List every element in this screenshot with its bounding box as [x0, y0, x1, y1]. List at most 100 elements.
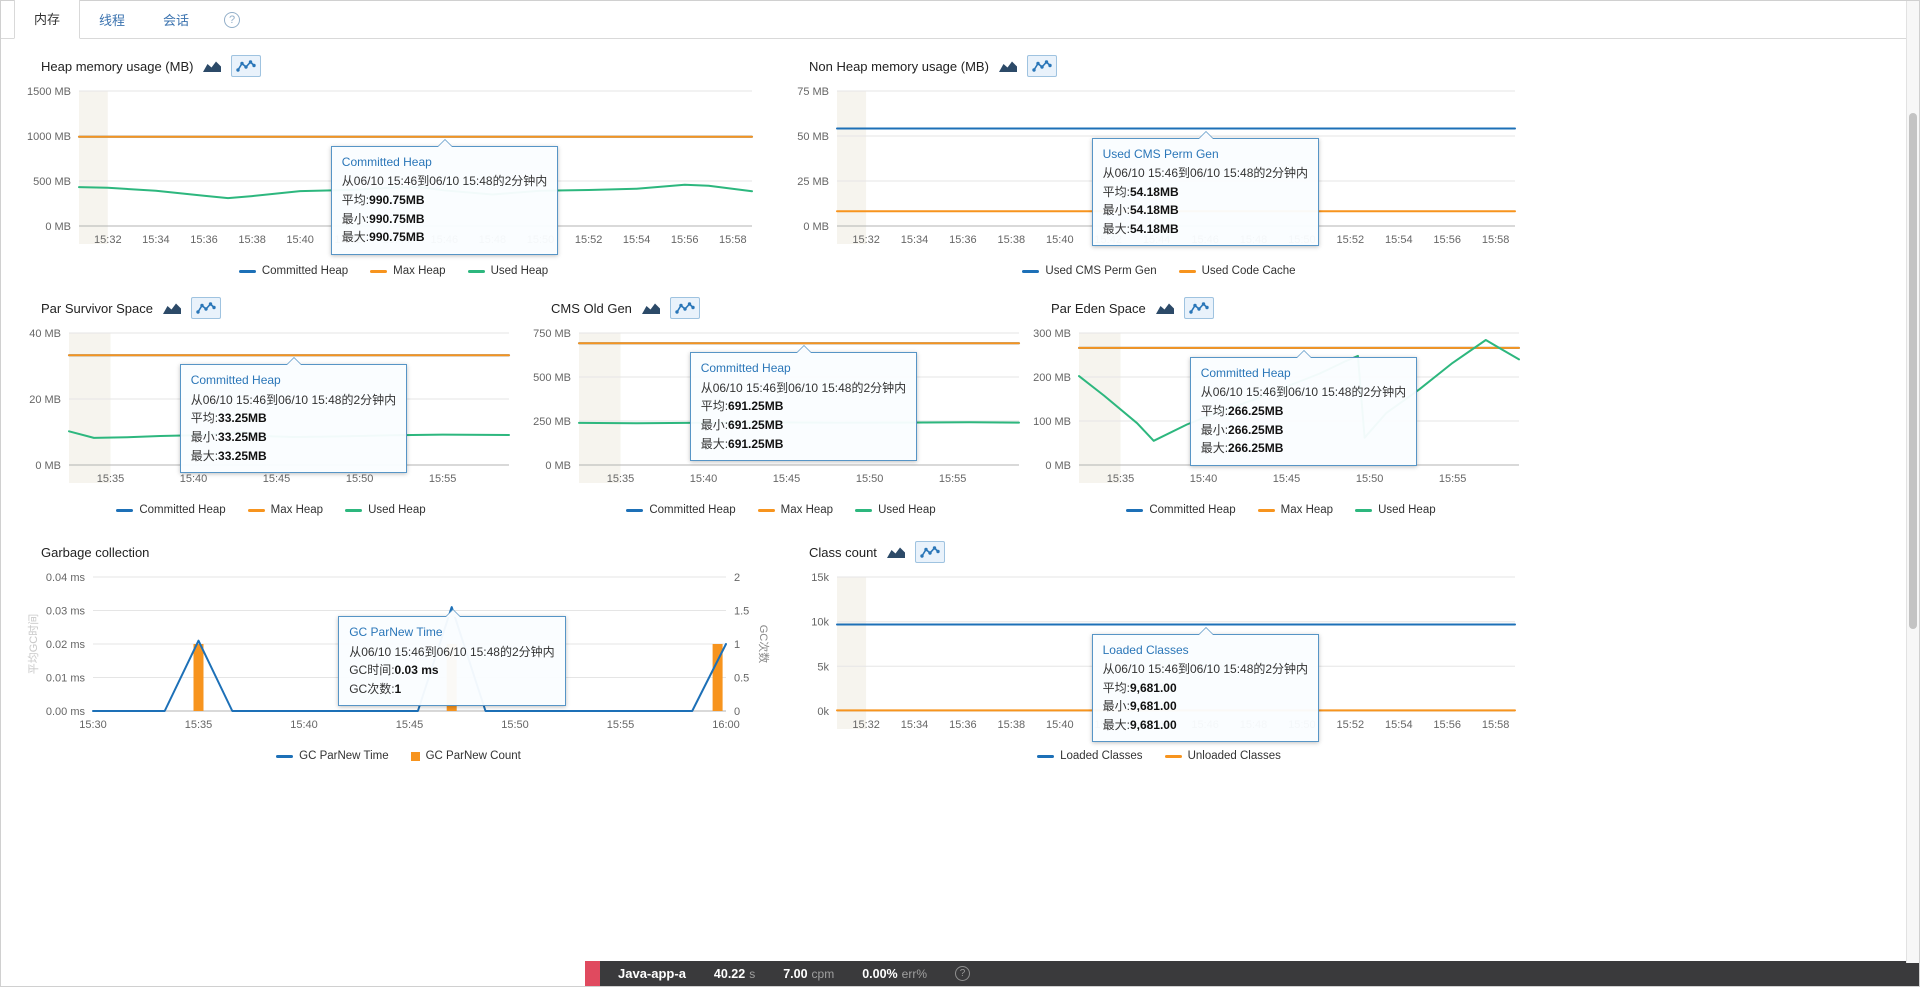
chart-panel-class-count: Class count 15k10k5k0k15:3215:3415:3615:… [789, 539, 1529, 762]
chart-tooltip: Used CMS Perm Gen从06/10 15:46到06/10 15:4… [1092, 138, 1319, 247]
help-icon[interactable]: ? [224, 12, 240, 28]
help-icon[interactable]: ? [955, 966, 970, 981]
line-chart-icon[interactable] [1184, 297, 1214, 319]
metric-value: 0.00% [862, 967, 897, 981]
svg-text:1: 1 [734, 639, 740, 651]
svg-text:15:35: 15:35 [185, 719, 213, 731]
svg-text:15:58: 15:58 [719, 234, 747, 246]
svg-text:0.02 ms: 0.02 ms [46, 639, 86, 651]
scrollbar-thumb[interactable] [1909, 113, 1917, 629]
legend-item-used-code-cache[interactable]: Used Code Cache [1179, 265, 1296, 277]
legend-label: Used Heap [878, 504, 936, 516]
chart-title: Class count [809, 545, 877, 560]
legend-item-loaded-classes[interactable]: Loaded Classes [1037, 750, 1142, 762]
svg-text:75 MB: 75 MB [797, 86, 829, 98]
timeline-marker[interactable] [585, 961, 600, 986]
tooltip-stat-row: 最大:266.25MB [1201, 439, 1406, 458]
area-chart-icon[interactable] [162, 299, 182, 318]
svg-text:15:36: 15:36 [949, 719, 977, 731]
svg-text:15:54: 15:54 [1385, 234, 1413, 246]
svg-text:15k: 15k [811, 572, 829, 584]
chart-plot-area[interactable]: 15k10k5k0k15:3215:3415:3615:3815:4015:42… [789, 569, 1529, 742]
legend-item-max-heap[interactable]: Max Heap [758, 504, 833, 516]
legend-item-used-heap[interactable]: Used Heap [345, 504, 426, 516]
line-chart-icon[interactable] [670, 297, 700, 319]
chart-plot-area[interactable]: 750 MB500 MB250 MB0 MB15:3515:4015:4515:… [531, 325, 1031, 496]
legend-item-committed-heap[interactable]: Committed Heap [116, 504, 225, 516]
line-chart-icon[interactable] [191, 297, 221, 319]
chart-plot-area[interactable]: 300 MB200 MB100 MB0 MB15:3515:4015:4515:… [1031, 325, 1531, 496]
area-chart-icon[interactable] [886, 543, 906, 562]
tab-sessions[interactable]: 会话 [144, 1, 208, 39]
legend-item-max-heap[interactable]: Max Heap [248, 504, 323, 516]
svg-text:10k: 10k [811, 617, 829, 629]
legend-swatch [1165, 755, 1182, 758]
svg-text:15:45: 15:45 [263, 473, 291, 485]
legend-item-gc-parnew-time[interactable]: GC ParNew Time [276, 750, 388, 762]
legend-item-used-cms-perm-gen[interactable]: Used CMS Perm Gen [1022, 265, 1156, 277]
plot-band [579, 333, 621, 483]
chart-header: Class count [789, 539, 1529, 565]
chart-header: Garbage collection [21, 539, 776, 565]
svg-text:15:38: 15:38 [998, 719, 1026, 731]
svg-text:15:50: 15:50 [856, 473, 884, 485]
chart-legend: Committed Heap Max Heap Used Heap [21, 265, 766, 277]
legend-item-max-heap[interactable]: Max Heap [1258, 504, 1333, 516]
legend-item-max-heap[interactable]: Max Heap [370, 265, 445, 277]
svg-text:15:40: 15:40 [1046, 719, 1074, 731]
legend-item-used-heap[interactable]: Used Heap [1355, 504, 1436, 516]
legend-swatch [248, 509, 265, 512]
legend-swatch [1355, 509, 1372, 512]
svg-text:15:35: 15:35 [1107, 473, 1135, 485]
line-chart-icon[interactable] [231, 55, 261, 77]
svg-text:15:50: 15:50 [346, 473, 374, 485]
area-chart-icon[interactable] [202, 57, 222, 76]
tooltip-stat-row: 平均:33.25MB [191, 409, 396, 428]
svg-text:0 MB: 0 MB [45, 221, 71, 233]
chart-tooltip: Committed Heap从06/10 15:46到06/10 15:48的2… [331, 146, 558, 255]
chart-header: Non Heap memory usage (MB) [789, 53, 1529, 79]
legend-item-committed-heap[interactable]: Committed Heap [626, 504, 735, 516]
tooltip-stat-row: 平均:990.75MB [342, 191, 547, 210]
legend-item-unloaded-classes[interactable]: Unloaded Classes [1165, 750, 1281, 762]
chart-plot-area[interactable]: 0.04 ms0.03 ms0.02 ms0.01 ms0.00 ms21.51… [21, 569, 776, 742]
legend-item-committed-heap[interactable]: Committed Heap [1126, 504, 1235, 516]
tooltip-stat-row: 最小:691.25MB [701, 416, 906, 435]
vertical-scrollbar[interactable] [1906, 1, 1919, 963]
svg-text:1.5: 1.5 [734, 606, 749, 618]
svg-text:15:58: 15:58 [1482, 234, 1510, 246]
svg-text:15:52: 15:52 [1337, 719, 1365, 731]
area-chart-icon[interactable] [641, 299, 661, 318]
tooltip-stat-row: 最大:691.25MB [701, 435, 906, 454]
tooltip-caret [1297, 351, 1311, 358]
tab-memory[interactable]: 内存 [14, 0, 80, 39]
legend-item-gc-parnew-count[interactable]: GC ParNew Count [411, 750, 521, 762]
svg-text:15:32: 15:32 [852, 719, 880, 731]
line-chart-icon[interactable] [1027, 55, 1057, 77]
line-chart-icon[interactable] [915, 541, 945, 563]
chart-plot-area[interactable]: 75 MB50 MB25 MB0 MB15:3215:3415:3615:381… [789, 83, 1529, 257]
tooltip-caret [446, 610, 460, 617]
legend-swatch [345, 509, 362, 512]
area-chart-icon[interactable] [998, 57, 1018, 76]
tab-threads[interactable]: 线程 [80, 1, 144, 39]
svg-text:15:52: 15:52 [575, 234, 603, 246]
chart-title: Non Heap memory usage (MB) [809, 59, 989, 74]
chart-plot-area[interactable]: 1500 MB1000 MB500 MB0 MB15:3215:3415:361… [21, 83, 766, 257]
chart-plot-area[interactable]: 40 MB20 MB0 MB15:3515:4015:4515:5015:55C… [21, 325, 521, 496]
legend-swatch [1258, 509, 1275, 512]
legend-item-used-heap[interactable]: Used Heap [855, 504, 936, 516]
svg-text:750 MB: 750 MB [533, 328, 571, 340]
svg-text:0 MB: 0 MB [1045, 460, 1071, 472]
tooltip-period: 从06/10 15:46到06/10 15:48的2分钟内 [191, 391, 396, 410]
chart-legend: Committed Heap Max Heap Used Heap [1031, 504, 1531, 516]
chart-tooltip: Loaded Classes从06/10 15:46到06/10 15:48的2… [1092, 634, 1319, 743]
legend-item-used-heap[interactable]: Used Heap [468, 265, 549, 277]
svg-text:0.00 ms: 0.00 ms [46, 706, 86, 718]
legend-label: Used Code Cache [1202, 265, 1296, 277]
chart-panel-garbage-collection: Garbage collection 0.04 ms0.03 ms0.02 ms… [21, 539, 776, 762]
area-chart-icon[interactable] [1155, 299, 1175, 318]
svg-text:0.01 ms: 0.01 ms [46, 673, 86, 685]
legend-label: Max Heap [1281, 504, 1333, 516]
legend-item-committed-heap[interactable]: Committed Heap [239, 265, 348, 277]
